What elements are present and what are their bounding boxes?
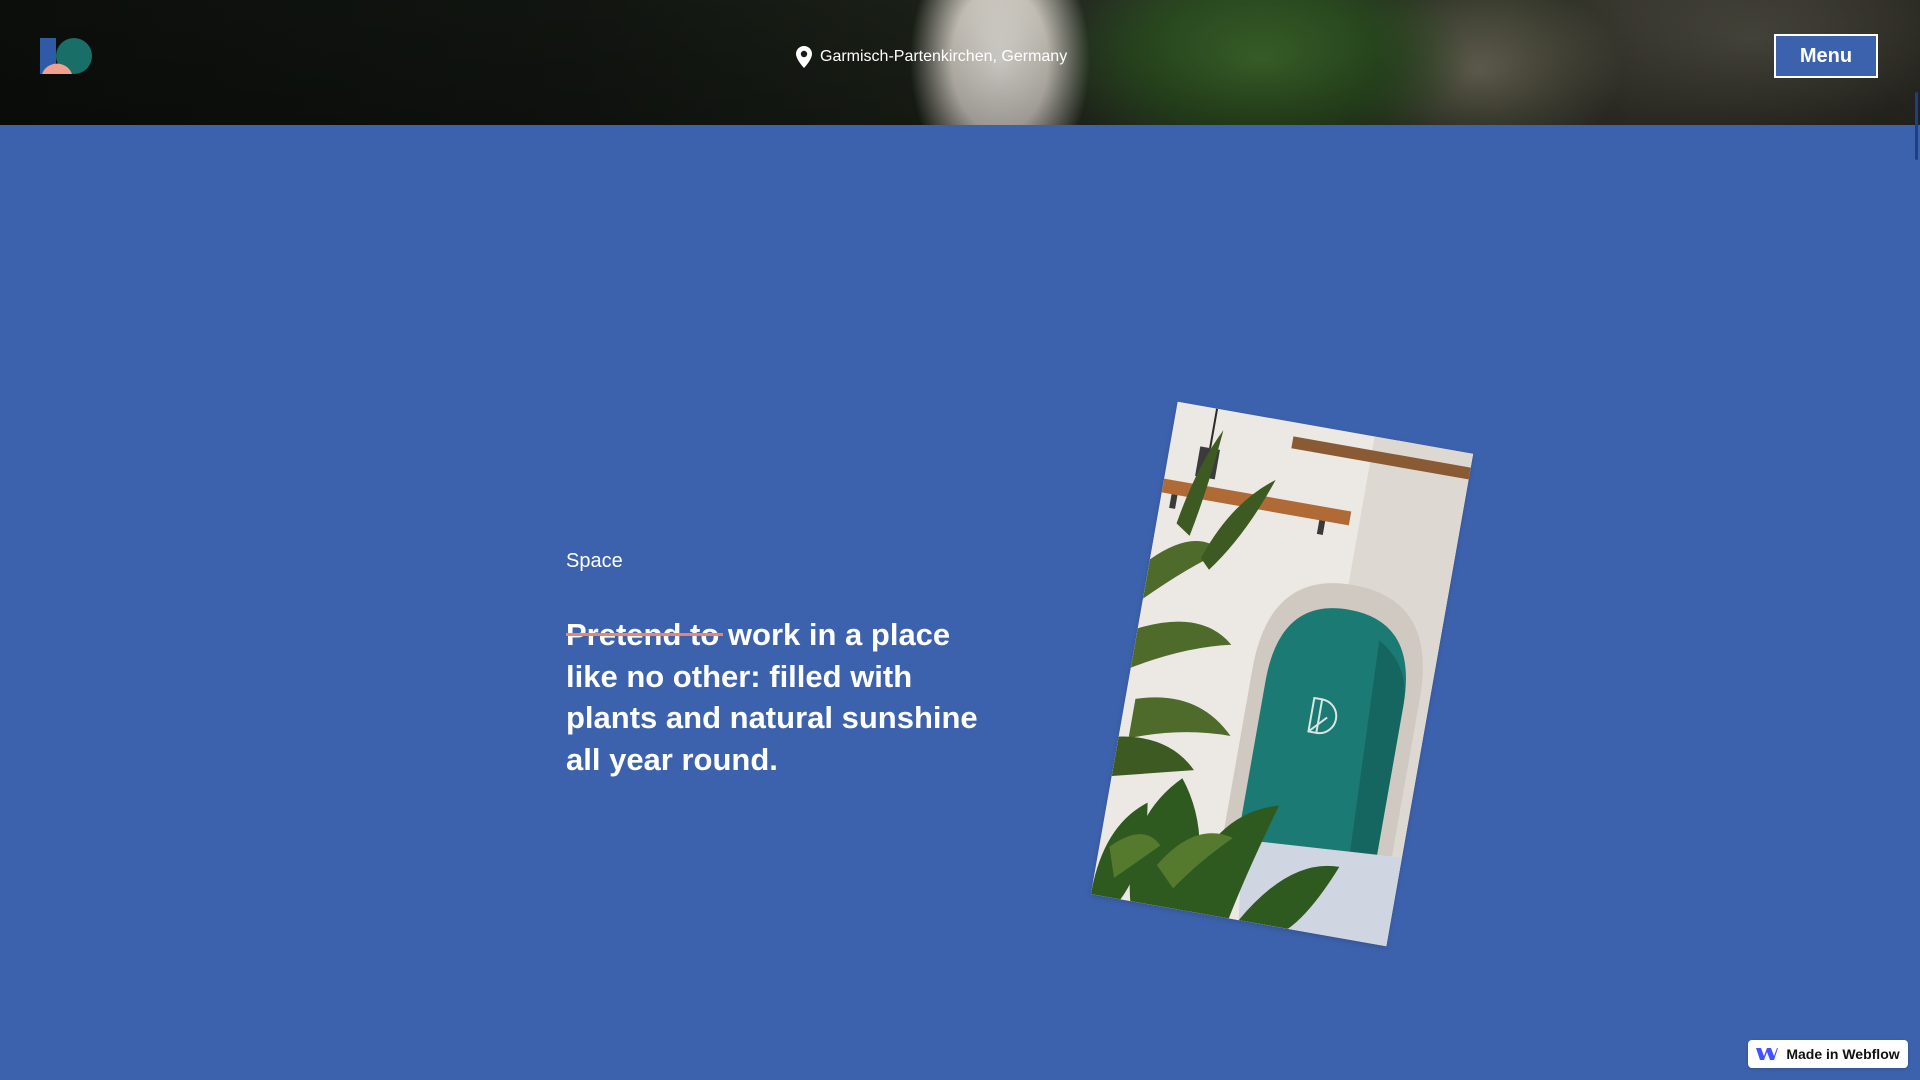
badge-label: Made in Webflow — [1786, 1046, 1900, 1062]
location-label: Garmisch-Partenkirchen, Germany — [796, 44, 1067, 70]
site-header: Garmisch-Partenkirchen, Germany Menu — [0, 0, 1920, 125]
location-text: Garmisch-Partenkirchen, Germany — [820, 48, 1068, 65]
page-scrollbar[interactable] — [1913, 0, 1920, 1080]
brand-logo-icon[interactable] — [40, 38, 92, 74]
menu-button[interactable]: Menu — [1774, 34, 1878, 78]
made-in-webflow-badge[interactable]: Made in Webflow — [1748, 1040, 1908, 1068]
scrollbar-thumb[interactable] — [1915, 92, 1918, 160]
struck-phrase: Pretend to — [566, 614, 724, 656]
space-photo — [1090, 401, 1474, 947]
map-pin-icon — [796, 46, 812, 68]
webflow-logo-icon — [1756, 1048, 1779, 1060]
space-photo-illustration — [1090, 401, 1474, 947]
section-eyebrow: Space — [566, 550, 623, 572]
section-headline: Pretend to work in a place like no other… — [566, 614, 1006, 780]
